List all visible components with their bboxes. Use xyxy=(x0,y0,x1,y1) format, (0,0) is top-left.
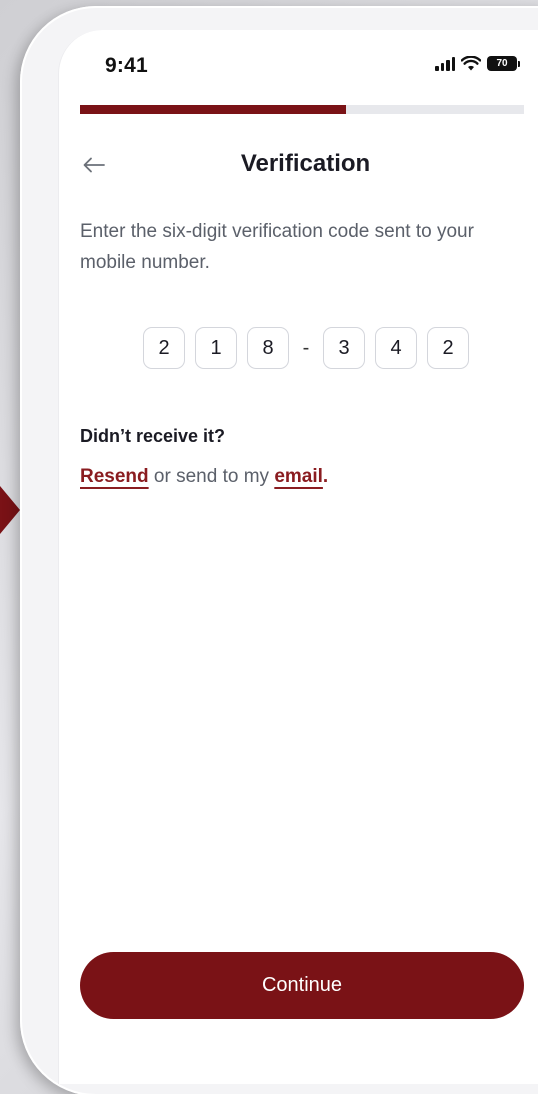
resend-middle-text: or send to my xyxy=(148,466,275,487)
resend-end-text: . xyxy=(322,466,329,487)
phone-screen: 9:41 70 Verification Enter the six-digit… xyxy=(58,30,538,1084)
wifi-icon xyxy=(461,56,481,71)
status-bar: 9:41 70 xyxy=(59,30,538,100)
resend-link[interactable]: Resend xyxy=(80,466,149,487)
progress-bar-fill xyxy=(80,105,347,114)
page-title: Verification xyxy=(240,150,371,177)
verification-code-input[interactable]: 2 1 8 - 3 4 2 xyxy=(143,327,469,369)
code-separator: - xyxy=(302,336,310,359)
battery-icon: 70 xyxy=(487,56,520,71)
code-digit-2[interactable]: 1 xyxy=(195,327,237,369)
code-digit-1[interactable]: 2 xyxy=(143,327,185,369)
code-digit-6[interactable]: 2 xyxy=(427,327,469,369)
side-pointer-arrow xyxy=(0,486,20,534)
resend-options: Resend or send to my email. xyxy=(80,466,328,488)
phone-frame: 9:41 70 Verification Enter the six-digit… xyxy=(20,6,538,1094)
email-link[interactable]: email xyxy=(274,466,323,487)
status-icons: 70 xyxy=(435,56,520,71)
status-time: 9:41 xyxy=(105,54,148,77)
code-digit-3[interactable]: 8 xyxy=(247,327,289,369)
code-digit-4[interactable]: 3 xyxy=(323,327,365,369)
progress-bar xyxy=(80,105,524,114)
code-digit-5[interactable]: 4 xyxy=(375,327,417,369)
battery-level: 70 xyxy=(487,56,517,71)
resend-question: Didn’t receive it? xyxy=(80,426,226,446)
continue-button[interactable]: Continue xyxy=(80,952,524,1019)
header: Verification xyxy=(59,146,538,186)
instruction-text: Enter the six-digit verification code se… xyxy=(80,221,474,273)
cellular-signal-icon xyxy=(435,56,455,71)
